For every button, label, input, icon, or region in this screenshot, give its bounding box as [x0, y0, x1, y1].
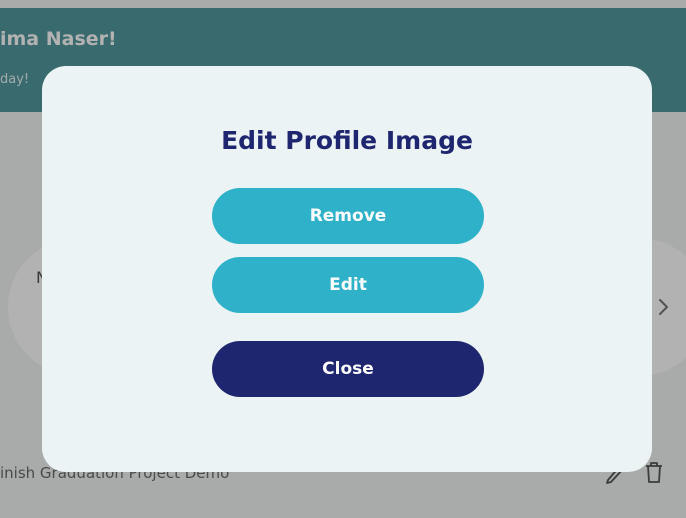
close-button[interactable]: Close	[212, 341, 484, 397]
dialog-title: Edit Profile Image	[221, 126, 473, 155]
edit-button[interactable]: Edit	[212, 257, 484, 313]
remove-button[interactable]: Remove	[212, 188, 484, 244]
edit-profile-image-dialog: Edit Profile Image Remove Edit Close	[42, 66, 652, 472]
